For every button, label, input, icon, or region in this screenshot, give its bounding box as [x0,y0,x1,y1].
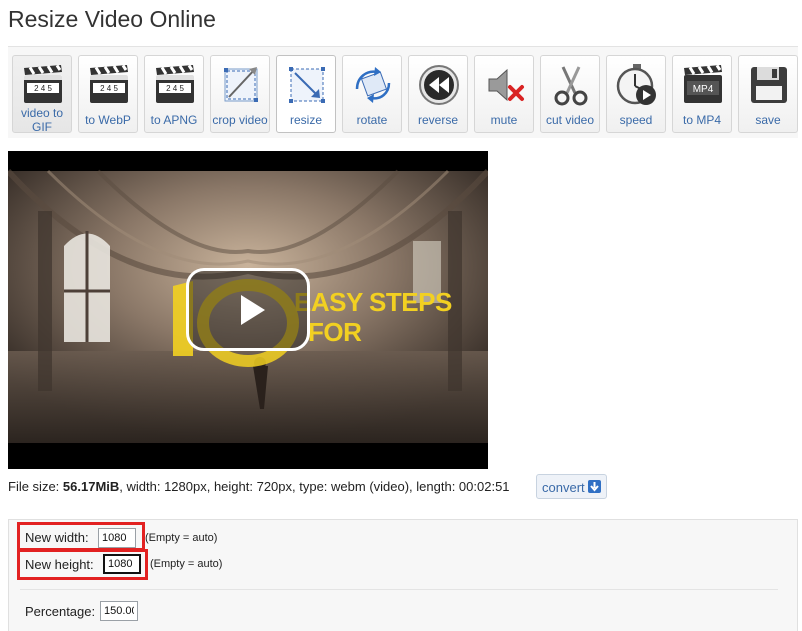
tool-toolbar: 2 4 5 video to GIF 2 4 5 to WebP 2 4 5 t… [8,46,798,138]
tool-speed-button[interactable]: speed [606,55,666,133]
file-details: , width: 1280px, height: 720px, type: we… [119,479,510,494]
tool-label: speed [619,113,653,127]
convert-button[interactable]: convert [536,474,607,499]
tool-crop-video-button[interactable]: crop video [210,55,270,133]
tool-label: resize [289,113,322,127]
file-info: File size: 56.17MiB, width: 1280px, heig… [8,479,510,494]
convert-label: convert [542,480,585,495]
speaker-mute-icon [488,68,524,102]
tool-label: mute [490,113,518,127]
page-title: Resize Video Online [8,6,216,32]
tool-cut-video-button[interactable]: cut video [540,55,600,133]
file-size-label: File size: [8,479,63,494]
clapperboard-icon: 2 4 5 [156,64,194,103]
svg-text:2 4 5: 2 4 5 [166,84,184,93]
tool-save-button[interactable]: save [738,55,798,133]
play-icon [241,295,265,325]
file-size-value: 56.17MiB [62,479,120,494]
rewind-icon [419,65,459,105]
svg-text:MP4: MP4 [693,84,714,95]
width-hint: (Empty = auto) [145,532,218,544]
clapperboard-icon: MP4 [684,64,722,103]
tool-reverse-button[interactable]: reverse [408,55,468,133]
clapperboard-icon: 2 4 5 [90,64,128,103]
height-hint: (Empty = auto) [150,558,223,570]
tool-label: save [755,113,781,127]
tool-video-to-gif-button[interactable]: 2 4 5 video to GIF [12,55,72,134]
tool-label: to APNG [150,113,198,127]
tool-label: to MP4 [682,113,721,127]
percentage-input[interactable] [100,601,138,621]
resize-icon [289,67,325,103]
tool-to-mp4-button[interactable]: MP4 to MP4 [672,55,732,133]
scissors-icon [554,66,588,106]
crop-icon [224,67,258,102]
tool-label: rotate [356,113,388,127]
tool-to-webp-button[interactable]: 2 4 5 to WebP [78,55,138,133]
new-width-input[interactable] [98,528,136,548]
tool-to-apng-button[interactable]: 2 4 5 to APNG [144,55,204,133]
tool-label: cut video [545,113,595,127]
tool-label: video to GIF [20,106,64,134]
new-height-label: New height: [25,557,94,572]
tool-mute-button[interactable]: mute [474,55,534,133]
svg-text:2 4 5: 2 4 5 [100,84,118,93]
download-arrow-icon [588,480,601,493]
clapperboard-icon: 2 4 5 [24,64,62,103]
tool-label: to WebP [85,113,131,127]
form-divider [20,589,778,590]
new-height-input[interactable] [103,554,141,574]
tool-label: crop video [212,113,268,127]
tool-label: reverse [417,113,458,127]
floppy-disk-icon [751,67,787,103]
svg-text:2 4 5: 2 4 5 [34,84,52,93]
percentage-label: Percentage: [25,604,96,619]
video-player[interactable]: EASY STEPS FOR [8,151,488,469]
play-button[interactable] [186,268,310,351]
stopwatch-icon [616,64,656,105]
rotate-icon [355,67,391,103]
tool-resize-button[interactable]: resize [276,55,336,133]
tool-rotate-button[interactable]: rotate [342,55,402,133]
new-width-label: New width: [25,530,89,545]
